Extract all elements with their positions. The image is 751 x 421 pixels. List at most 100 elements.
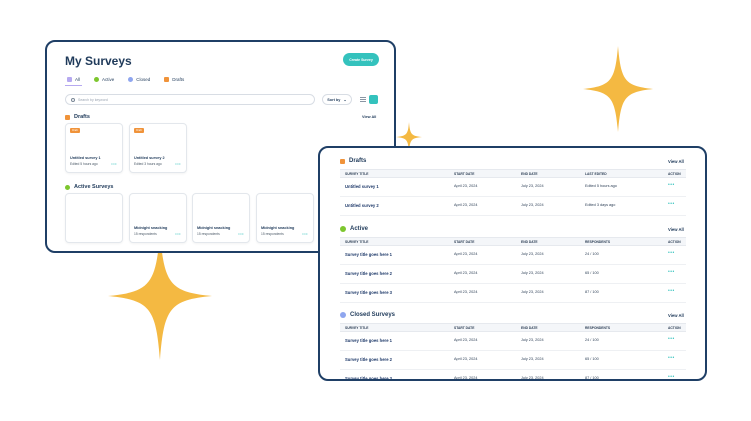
more-options-icon[interactable]: ••• [668, 201, 675, 207]
grid-view-icon[interactable] [369, 95, 378, 104]
survey-title-link[interactable]: Survey title goes here 3 [345, 290, 392, 295]
card-subtitle: 15 respondents [197, 232, 220, 236]
survey-title-link[interactable]: Survey title goes here 1 [345, 252, 392, 257]
table-row[interactable]: Survey title goes here 2 April 23, 2024 … [340, 265, 686, 284]
active-section-heading: Active [340, 226, 368, 232]
more-options-icon[interactable]: ••• [302, 231, 308, 236]
table-row[interactable]: Survey title goes here 1 April 23, 2024 … [340, 332, 686, 351]
active-view-all-link[interactable]: View All [668, 227, 684, 232]
tab-active[interactable]: Active [94, 77, 114, 86]
start-date: April 23, 2024 [454, 184, 478, 188]
more-options-icon[interactable]: ••• [175, 231, 181, 236]
draft-badge: Draft [70, 128, 80, 133]
end-date: July 23, 2024 [521, 338, 544, 342]
column-header: ACTION [668, 326, 681, 330]
square-orange-icon [340, 158, 345, 164]
survey-title-link[interactable]: Survey title goes here 1 [345, 338, 392, 343]
drafts-view-all-link[interactable]: View All [668, 159, 684, 164]
column-header: RESPONDENTS [585, 326, 611, 330]
card-title: Midnight snacking [197, 226, 231, 230]
filter-tabs: All Active Closed Drafts [64, 77, 184, 86]
end-date: July 23, 2024 [521, 271, 544, 275]
closed-view-all-link[interactable]: View All [668, 313, 684, 318]
table-row[interactable]: Survey title goes here 3 April 23, 2024 … [340, 370, 686, 380]
more-options-icon[interactable]: ••• [668, 355, 675, 361]
sort-by-dropdown[interactable]: Sort by ⌄ [322, 94, 352, 105]
more-options-icon[interactable]: ••• [238, 231, 244, 236]
tab-all[interactable]: All [64, 77, 83, 86]
last-edited: Edited 3 days ago [585, 203, 616, 207]
tab-label: Closed [136, 77, 151, 82]
table-header: SURVEY TITLE START DATE END DATE LAST ED… [340, 169, 686, 178]
heading-text: Active Surveys [74, 184, 114, 190]
dot-green-icon [65, 184, 70, 190]
more-options-icon[interactable]: ••• [668, 288, 675, 294]
survey-title-link[interactable]: Survey title goes here 3 [345, 376, 392, 379]
more-options-icon[interactable]: ••• [111, 161, 117, 166]
survey-title-link[interactable]: Untitled survey 2 [345, 203, 379, 208]
draft-card[interactable]: Draft Untitled survey 2 Edited 3 hours a… [129, 123, 187, 173]
column-header: SURVEY TITLE [345, 326, 369, 330]
more-options-icon[interactable]: ••• [668, 250, 675, 256]
more-options-icon[interactable]: ••• [668, 269, 675, 275]
square-purple-icon [67, 77, 72, 82]
card-title: Untitled survey 1 [70, 156, 101, 160]
end-date: July 23, 2024 [521, 376, 544, 380]
end-date: July 23, 2024 [521, 203, 544, 207]
tab-drafts[interactable]: Drafts [164, 77, 184, 86]
column-header: START DATE [454, 240, 475, 244]
tab-label: Drafts [172, 77, 185, 82]
end-date: July 23, 2024 [521, 184, 544, 188]
survey-title-link[interactable]: Survey title goes here 2 [345, 271, 392, 276]
column-header: END DATE [521, 172, 538, 176]
search-input[interactable]: Search by keyword [65, 94, 315, 105]
survey-title-link[interactable]: Untitled survey 1 [345, 184, 379, 189]
respondents: 65 / 100 [585, 271, 599, 275]
active-card[interactable] [65, 193, 123, 243]
heading-text: Closed Surveys [350, 312, 396, 318]
square-orange-icon [65, 114, 70, 120]
column-header: SURVEY TITLE [345, 172, 369, 176]
card-subtitle: Edited 5 hours ago [70, 162, 98, 166]
column-header: LAST EDITED [585, 172, 607, 176]
draft-card[interactable]: Draft Untitled survey 1 Edited 5 hours a… [65, 123, 123, 173]
survey-title-link[interactable]: Survey title goes here 2 [345, 357, 392, 362]
end-date: July 23, 2024 [521, 252, 544, 256]
respondents: 24 / 100 [585, 252, 599, 256]
page-title: My Surveys [65, 54, 132, 68]
drafts-section-heading: Drafts [340, 158, 366, 164]
search-icon [71, 97, 75, 102]
tab-closed[interactable]: Closed [128, 77, 150, 86]
dot-green-icon [340, 226, 346, 232]
drafts-view-all-link[interactable]: View All [362, 115, 376, 119]
start-date: April 23, 2024 [454, 271, 478, 275]
table-row[interactable]: Survey title goes here 3 April 23, 2024 … [340, 284, 686, 303]
tab-label: All [75, 77, 81, 82]
heading-text: Active [350, 226, 369, 232]
heading-text: Drafts [349, 158, 367, 164]
sort-label: Sort by [327, 97, 341, 102]
drafts-heading: Drafts [65, 114, 90, 120]
table-row[interactable]: Survey title goes here 1 April 23, 2024 … [340, 246, 686, 265]
active-card[interactable]: Midnight snacking 15 respondents ••• [129, 193, 187, 243]
more-options-icon[interactable]: ••• [668, 182, 675, 188]
start-date: April 23, 2024 [454, 357, 478, 361]
active-card[interactable]: Midnight snacking 15 respondents ••• [192, 193, 250, 243]
table-row[interactable]: Survey title goes here 2 April 23, 2024 … [340, 351, 686, 370]
more-options-icon[interactable]: ••• [175, 161, 181, 166]
table-row[interactable]: Untitled survey 1 April 23, 2024 July 23… [340, 178, 686, 197]
table-header: SURVEY TITLE START DATE END DATE RESPOND… [340, 323, 686, 332]
table-row[interactable]: Untitled survey 2 April 23, 2024 July 23… [340, 197, 686, 216]
search-placeholder: Search by keyword [78, 97, 108, 102]
more-options-icon[interactable]: ••• [668, 336, 675, 342]
column-header: RESPONDENTS [585, 240, 611, 244]
closed-section-heading: Closed Surveys [340, 312, 395, 318]
create-survey-button[interactable]: Create Survey [343, 53, 379, 66]
active-card[interactable]: Midnight snacking 15 respondents ••• [256, 193, 314, 243]
more-options-icon[interactable]: ••• [668, 374, 675, 379]
table-header: SURVEY TITLE START DATE END DATE RESPOND… [340, 237, 686, 246]
card-subtitle: 15 respondents [261, 232, 284, 236]
list-view-icon[interactable] [360, 97, 366, 102]
dot-blue-icon [340, 312, 346, 318]
start-date: April 23, 2024 [454, 338, 478, 342]
